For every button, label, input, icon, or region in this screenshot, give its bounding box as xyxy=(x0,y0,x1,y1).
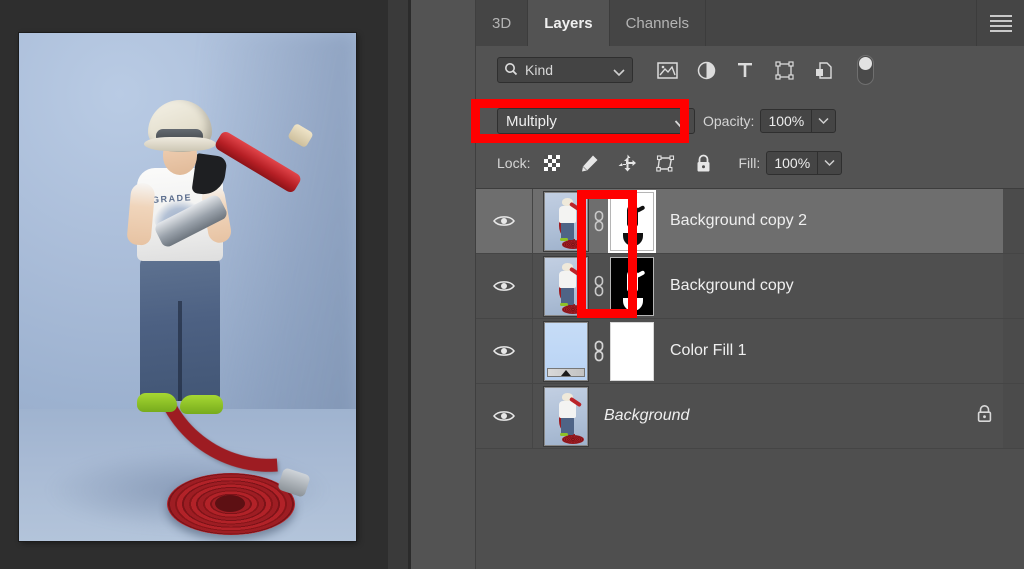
canvas-area: GRADE xyxy=(0,0,388,569)
tab-3d-label: 3D xyxy=(492,15,511,32)
photo-image: GRADE xyxy=(19,33,356,541)
panel-dock: 3D Layers Channels xyxy=(411,0,1024,569)
fill-stepper-chevron-down-icon[interactable] xyxy=(817,152,841,174)
link-icon[interactable] xyxy=(588,275,610,297)
filter-type-icons xyxy=(656,55,874,85)
layer-thumbnails xyxy=(544,257,654,316)
panel-menu-button[interactable] xyxy=(977,0,1024,46)
lock-transparent-pixels-icon[interactable] xyxy=(541,153,562,174)
eye-icon xyxy=(493,409,515,423)
fill-field[interactable]: 100% xyxy=(766,151,842,175)
coil-center xyxy=(215,495,245,512)
shape-layer-filter-icon[interactable] xyxy=(773,59,795,81)
right-shoe xyxy=(180,395,223,414)
opacity-field[interactable]: 100% xyxy=(760,109,836,133)
document-canvas[interactable]: GRADE xyxy=(19,33,356,541)
lock-icon xyxy=(976,404,993,428)
photoshop-window: GRADE 3 xyxy=(0,0,1024,569)
layer-mask-thumbnail[interactable] xyxy=(610,257,654,316)
link-icon[interactable] xyxy=(588,340,610,362)
fill-value: 100% xyxy=(767,155,817,171)
layer-filter-row: Kind xyxy=(476,46,1024,94)
filter-kind-value: Kind xyxy=(525,62,553,78)
layer-name: Background copy 2 xyxy=(670,212,807,230)
vertical-scrollbar[interactable] xyxy=(388,0,408,569)
adjustment-layer-filter-icon[interactable] xyxy=(695,59,717,81)
type-layer-filter-icon[interactable] xyxy=(734,59,756,81)
blend-mode-value: Multiply xyxy=(506,113,557,130)
opacity-value: 100% xyxy=(761,113,811,129)
row-right-edge xyxy=(1003,319,1024,383)
jeans-seam xyxy=(178,301,182,401)
layer-mask-thumbnail[interactable] xyxy=(610,322,654,381)
table-row[interactable]: Background xyxy=(476,384,1024,449)
table-row[interactable]: Background copy 2 xyxy=(476,189,1024,254)
lock-row: Lock: xyxy=(476,146,1024,180)
link-icon[interactable] xyxy=(588,210,610,232)
blend-mode-select[interactable]: Multiply xyxy=(497,108,695,134)
layer-visibility-toggle[interactable] xyxy=(476,189,533,253)
layer-thumbnails xyxy=(544,322,654,381)
smart-object-filter-icon[interactable] xyxy=(812,59,834,81)
layer-thumbnail-photo[interactable] xyxy=(544,192,588,251)
layer-thumbnails xyxy=(544,387,588,446)
tab-channels-label: Channels xyxy=(626,15,689,32)
layer-name: Background xyxy=(604,407,689,425)
filter-kind-select[interactable]: Kind xyxy=(497,57,633,83)
panel-tab-bar: 3D Layers Channels xyxy=(476,0,1024,46)
toggle-knob xyxy=(859,57,872,70)
tab-channels[interactable]: Channels xyxy=(610,0,706,46)
layer-name: Color Fill 1 xyxy=(670,342,746,360)
eye-icon xyxy=(493,214,515,228)
lock-label: Lock: xyxy=(497,155,530,171)
chevron-down-icon xyxy=(613,65,625,81)
layer-visibility-toggle[interactable] xyxy=(476,319,533,383)
layers-panel: 3D Layers Channels xyxy=(475,0,1024,569)
lock-artboard-nesting-icon[interactable] xyxy=(655,153,676,174)
blend-mode-row: Multiply Opacity: 100% xyxy=(476,104,1024,138)
row-right-edge xyxy=(1003,254,1024,318)
gradient-marker xyxy=(561,370,571,376)
layer-thumbnails xyxy=(544,192,654,251)
layer-list: Background copy 2 xyxy=(476,188,1024,569)
lock-position-icon[interactable] xyxy=(617,153,638,174)
table-row[interactable]: Background copy xyxy=(476,254,1024,319)
eye-icon xyxy=(493,344,515,358)
gradient-fill-thumbnail[interactable] xyxy=(544,322,588,381)
layer-mask-thumbnail[interactable] xyxy=(610,192,654,251)
left-shoe xyxy=(137,393,177,412)
chevron-down-icon xyxy=(674,116,687,133)
tab-bar-filler xyxy=(706,0,977,46)
table-row[interactable]: Color Fill 1 xyxy=(476,319,1024,384)
opacity-stepper-chevron-down-icon[interactable] xyxy=(811,110,835,132)
layer-thumbnail-photo[interactable] xyxy=(544,387,588,446)
fill-label: Fill: xyxy=(738,155,760,171)
row-right-edge xyxy=(1003,189,1024,253)
tab-3d[interactable]: 3D xyxy=(476,0,528,46)
lock-image-pixels-icon[interactable] xyxy=(579,153,600,174)
tab-layers-label: Layers xyxy=(544,15,592,32)
lock-all-icon[interactable] xyxy=(693,153,714,174)
lock-icons xyxy=(541,153,714,174)
eye-icon xyxy=(493,279,515,293)
layer-thumbnail-photo[interactable] xyxy=(544,257,588,316)
hamburger-menu-icon xyxy=(990,12,1012,35)
pixel-layer-filter-icon[interactable] xyxy=(656,59,678,81)
layer-visibility-toggle[interactable] xyxy=(476,254,533,318)
tab-layers[interactable]: Layers xyxy=(528,0,609,46)
filter-toggle-switch[interactable] xyxy=(857,55,874,85)
helmet-brim xyxy=(144,137,216,151)
row-right-edge xyxy=(1003,384,1024,448)
layer-visibility-toggle[interactable] xyxy=(476,384,533,448)
layer-name: Background copy xyxy=(670,277,794,295)
magnifier-icon xyxy=(504,62,518,79)
opacity-label: Opacity: xyxy=(703,113,754,129)
